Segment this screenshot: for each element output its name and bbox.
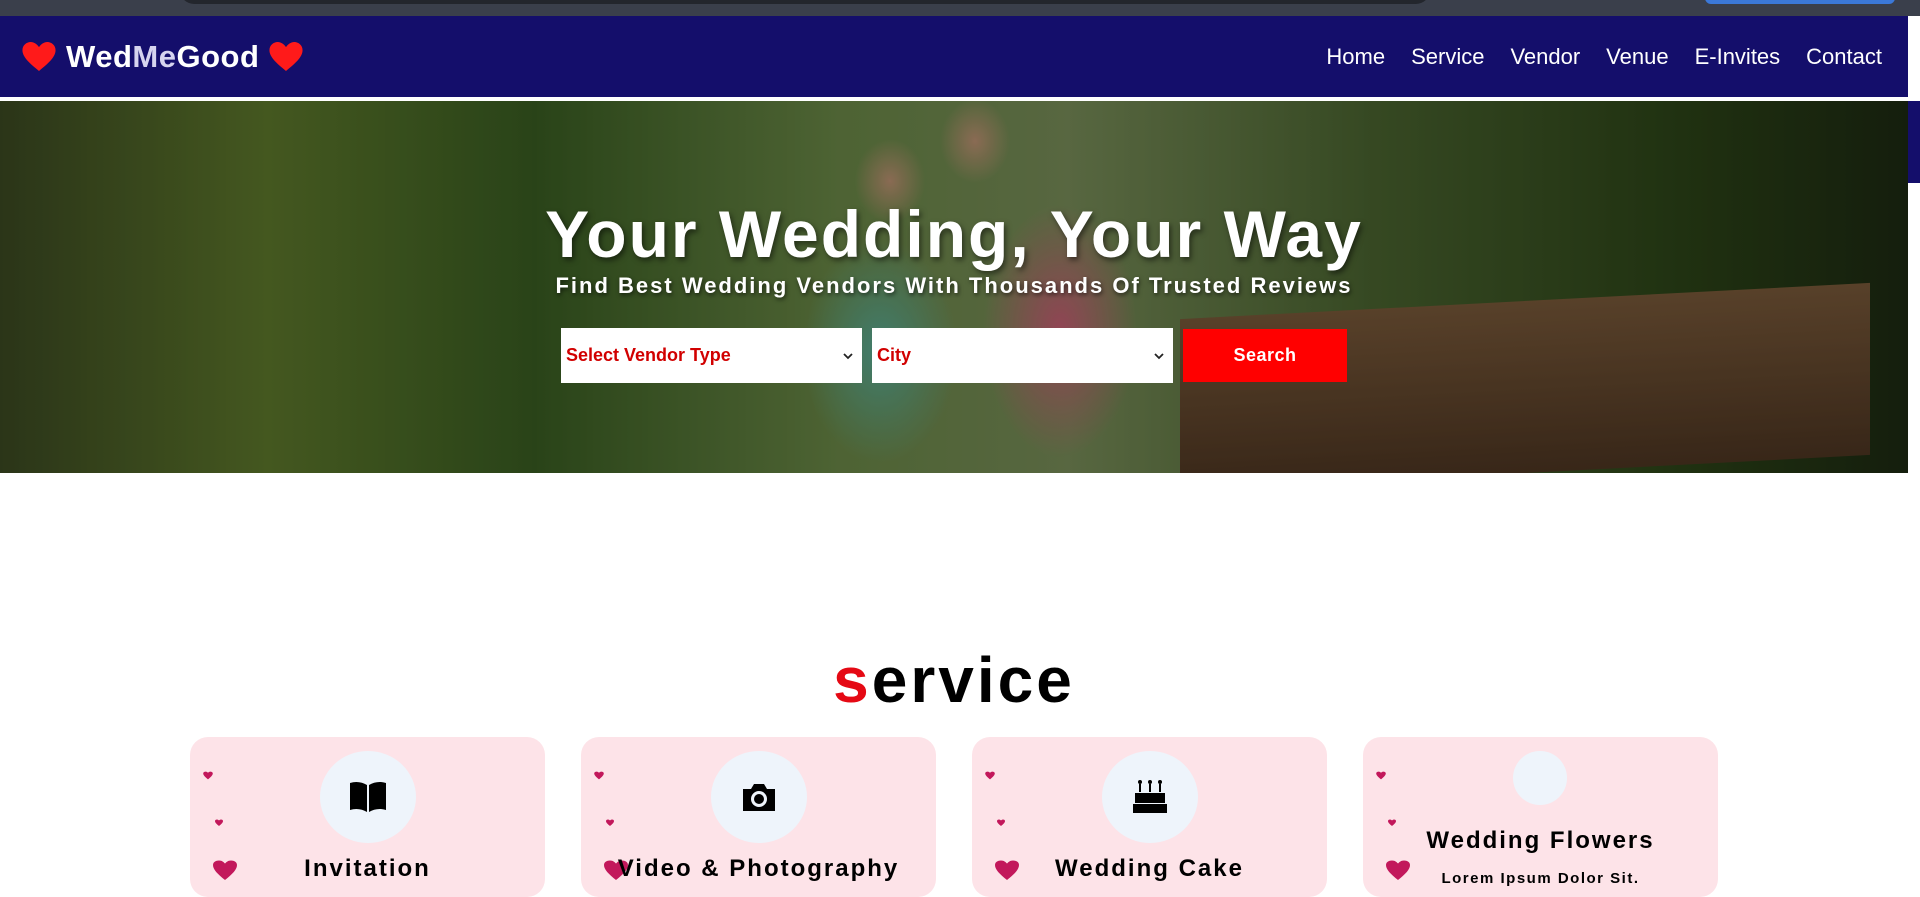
card-description: Lorem Ipsum Dolor Sit.: [1441, 870, 1640, 887]
card-title: Video & Photography: [617, 855, 900, 882]
navbar: WedMeGood Home Service Vendor Venue E-In…: [0, 16, 1908, 98]
search-button[interactable]: Search: [1183, 329, 1347, 382]
nav-link-e-invites[interactable]: E-Invites: [1695, 44, 1781, 69]
brand-name: WedMeGood: [66, 39, 260, 74]
brand-logo[interactable]: WedMeGood: [22, 39, 303, 75]
hero-headline: Your Wedding, Your Way: [545, 197, 1363, 271]
hero-tagline: Find Best Wedding Vendors With Thousands…: [555, 273, 1353, 298]
browser-button[interactable]: [1705, 0, 1895, 4]
icon-circle: [1102, 751, 1198, 843]
search-form: Select Vendor Type City Search: [561, 328, 1347, 383]
vendor-type-value: Select Vendor Type: [566, 345, 731, 365]
nav-link-vendor[interactable]: Vendor: [1510, 44, 1580, 69]
nav-link-home[interactable]: Home: [1326, 44, 1385, 69]
flower-icon: [1513, 751, 1567, 805]
chevron-down-icon: [1154, 352, 1164, 359]
hero-edge: [1908, 101, 1920, 183]
card-title: Wedding Flowers: [1426, 827, 1655, 854]
browser-chrome: [0, 0, 1920, 16]
heart-icon: [269, 42, 303, 71]
city-value: City: [877, 345, 912, 365]
icon-circle: [711, 751, 807, 843]
heart-icon: [22, 42, 56, 71]
nav-link-service[interactable]: Service: [1411, 44, 1484, 69]
camera-icon: [743, 784, 775, 811]
chevron-down-icon: [843, 352, 853, 359]
service-card-wedding-flowers[interactable]: Wedding Flowers Lorem Ipsum Dolor Sit.: [1363, 737, 1718, 897]
address-bar[interactable]: [180, 0, 1430, 4]
service-card-invitation[interactable]: Invitation: [190, 737, 545, 897]
card-title: Wedding Cake: [1055, 855, 1244, 882]
service-card-wedding-cake[interactable]: Wedding Cake: [972, 737, 1327, 897]
service-card-video-photography[interactable]: Video & Photography: [581, 737, 936, 897]
nav-link-venue[interactable]: Venue: [1606, 44, 1668, 69]
hero-banner: Your Wedding, Your Way Find Best Wedding…: [0, 101, 1908, 473]
nav-links: Home Service Vendor Venue E-Invites Cont…: [1326, 44, 1882, 70]
icon-circle: [320, 751, 416, 843]
book-icon: [350, 781, 386, 812]
vendor-type-select[interactable]: Select Vendor Type: [561, 328, 862, 383]
nav-link-contact[interactable]: Contact: [1806, 44, 1882, 69]
card-title: Invitation: [304, 855, 431, 882]
city-select[interactable]: City: [872, 328, 1173, 383]
cake-icon: [1133, 780, 1167, 813]
service-section-title: service: [833, 644, 1075, 716]
